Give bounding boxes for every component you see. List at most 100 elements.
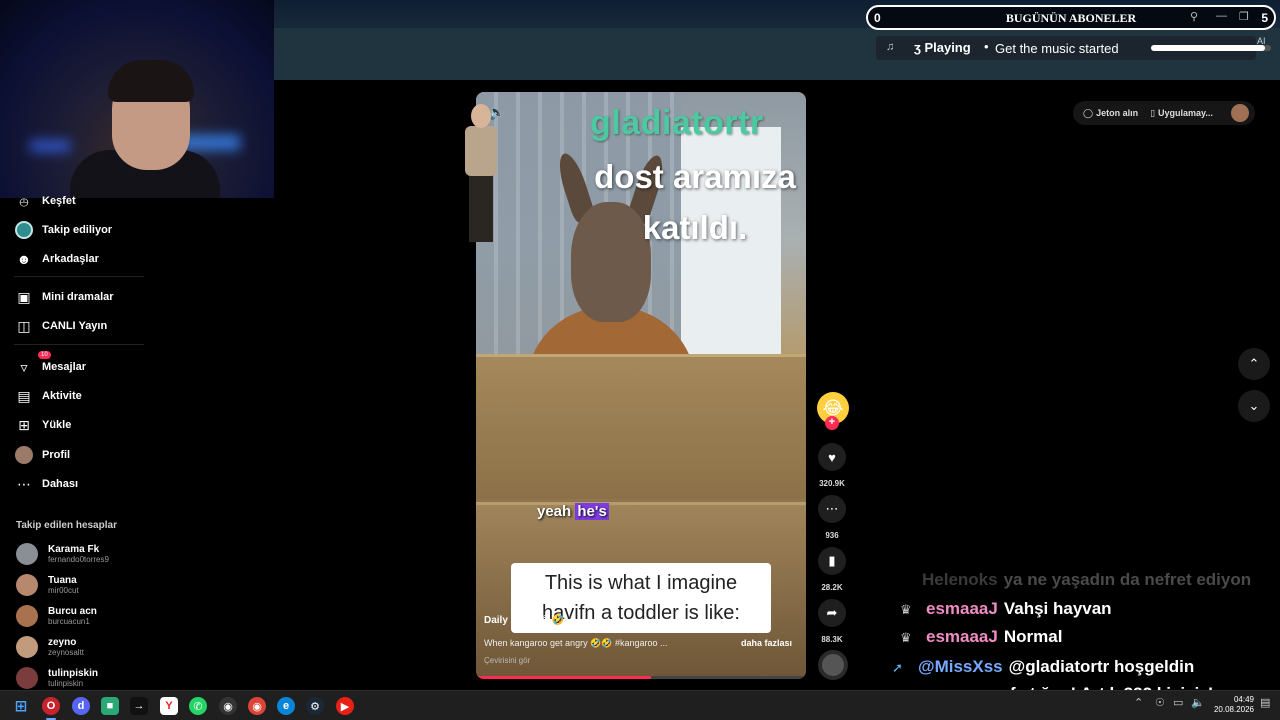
follower-alert-line2: katıldı. <box>642 209 748 246</box>
translate-link[interactable]: Çevirisini gör <box>484 656 530 665</box>
video-caption: yeah he's <box>537 503 609 520</box>
account-name: zeyno <box>48 636 77 648</box>
sidebar-item-more[interactable]: ⋯ Dahası <box>14 473 78 495</box>
notification-icon[interactable]: ▤ <box>1260 696 1270 709</box>
next-video-button[interactable]: ⌄ <box>1238 390 1270 422</box>
whatsapp-icon[interactable]: ✆ <box>189 697 207 715</box>
chrome-icon[interactable]: ◉ <box>248 697 266 715</box>
share-icon[interactable]: ➦ <box>818 599 846 627</box>
caption-word-highlighted: he's <box>575 503 609 520</box>
share-action[interactable]: ➦ 88.3K <box>818 599 846 644</box>
comment-count: 936 <box>825 531 839 540</box>
battery-icon[interactable]: ▭ <box>1173 696 1183 709</box>
get-app-label: Uygulamay... <box>1158 108 1213 118</box>
account-item-0[interactable]: Karama Fk fernando0torres9 <box>16 541 109 567</box>
music-widget: ♫ ʒ Playing • Get the music started <box>876 36 1271 60</box>
discord-icon[interactable]: d <box>72 697 90 715</box>
sidebar-item-explore[interactable]: ⦺ Keşfet <box>14 190 75 212</box>
clock-date: 20.08.2026 <box>1213 705 1254 714</box>
avatar <box>16 667 38 689</box>
sidebar-item-messages[interactable]: ▿ 10 Mesajlar <box>14 351 86 378</box>
yandex-icon[interactable]: Y <box>160 697 178 715</box>
minimize-icon[interactable]: — <box>1216 10 1227 22</box>
sidebar-item-activity[interactable]: ▤ Aktivite <box>14 385 82 407</box>
activity-icon: ▤ <box>17 387 31 404</box>
search-icon[interactable]: ⚲ <box>1190 10 1198 23</box>
tray-chevron-icon[interactable]: ⌃ <box>1134 696 1143 709</box>
sidebar-item-label: Dahası <box>42 478 79 490</box>
network-icon[interactable]: ☉ <box>1155 696 1165 709</box>
sidebar-divider <box>14 344 144 345</box>
following-icon <box>14 220 34 240</box>
obs-icon[interactable]: ◉ <box>219 697 237 715</box>
sidebar-item-friends[interactable]: ☻ Arkadaşlar <box>14 248 99 270</box>
previous-video-button[interactable]: ⌃ <box>1238 348 1270 380</box>
chat-user: esmaaaJ <box>926 627 998 646</box>
like-action[interactable]: ♥ 320.9K <box>818 443 846 488</box>
app-icon[interactable]: ■ <box>101 697 119 715</box>
save-action[interactable]: ▮ 28.2K <box>818 547 846 592</box>
account-name: tulinpiskin <box>48 667 98 679</box>
bookmark-icon[interactable]: ▮ <box>818 547 846 575</box>
webcam-feed <box>0 0 274 198</box>
volume-tray-icon[interactable]: 🔈 <box>1191 696 1205 709</box>
avatar <box>16 605 38 627</box>
sidebar-item-profile[interactable]: Profil <box>14 444 70 466</box>
chat-text: Normal <box>1003 627 1063 646</box>
music-separator: • <box>984 39 989 54</box>
terminal-icon[interactable]: → <box>130 697 148 715</box>
get-coins-button[interactable]: ◯ Jeton alın <box>1079 108 1142 119</box>
chat-text: ya ne yaşadın da nefret ediyon <box>1003 570 1252 589</box>
see-more-link[interactable]: daha fazlası <box>741 638 792 648</box>
fence-plank <box>476 354 806 499</box>
account-name: Tuana <box>48 574 77 586</box>
sidebar-item-following[interactable]: Takip ediliyor <box>14 219 112 241</box>
save-count: 28.2K <box>821 583 843 592</box>
video-author[interactable]: Daily laugh 😂🤣 <box>484 615 564 626</box>
like-count: 320.9K <box>819 479 845 488</box>
steam-icon[interactable]: ⚙ <box>306 697 324 715</box>
account-item-3[interactable]: zeyno zeynosaltt <box>16 634 84 660</box>
sidebar-item-upload[interactable]: ⊞ Yükle <box>14 414 71 436</box>
chat-text: Vahşi hayvan <box>1003 599 1112 618</box>
music-disc-avatar[interactable] <box>818 650 848 680</box>
opera-icon[interactable]: O <box>42 697 60 715</box>
get-coins-label: Jeton alın <box>1096 108 1139 118</box>
music-tagline: Get the music started <box>995 41 1119 56</box>
avatar <box>16 543 38 565</box>
music-note-icon: ♫ <box>886 41 895 53</box>
music-progress-fill <box>1151 45 1265 51</box>
clock-time: 04:49 <box>1233 695 1254 704</box>
led-glow <box>30 140 70 152</box>
follower-alert-name: gladiatortr <box>590 104 764 142</box>
get-app-button[interactable]: ▯ Uygulamay... <box>1146 108 1217 119</box>
follow-plus-button[interactable]: + <box>825 416 839 430</box>
sidebar-item-label: Aktivite <box>42 390 82 402</box>
video-description: When kangaroo get angry 🤣🤣 #kangaroo ... <box>484 638 668 648</box>
comment-action[interactable]: ⋯ 936 <box>818 495 846 540</box>
account-item-4[interactable]: tulinpiskin tulinpiskin <box>16 665 98 691</box>
heart-icon[interactable]: ♥ <box>818 443 846 471</box>
toddler-legs <box>469 174 493 242</box>
follower-alert-line1: dost aramıza <box>594 158 796 195</box>
restore-icon[interactable]: ❐ <box>1239 10 1249 23</box>
subscribers-widget: 0 BUGÜNÜN ABONELER ⚲ — ❐ 5 <box>866 5 1276 30</box>
media-player-icon[interactable]: ▶ <box>336 697 354 715</box>
sidebar-item-live[interactable]: ◫ CANLI Yayın <box>14 315 107 337</box>
user-avatar[interactable] <box>1230 104 1249 122</box>
edge-icon[interactable]: e <box>277 697 295 715</box>
video-progress-bar[interactable] <box>476 676 806 679</box>
taskbar-clock[interactable]: 04:49 20.08.2026 <box>1208 695 1254 715</box>
phone-icon: ▯ <box>1150 107 1156 118</box>
sidebar-item-label: Takip ediliyor <box>42 224 113 236</box>
account-item-2[interactable]: Burcu acn burcuacun1 <box>16 603 97 629</box>
subscribers-right-count: 5 <box>1261 11 1268 25</box>
ai-icon[interactable]: AI <box>1257 36 1266 46</box>
windows-start-icon[interactable]: ⊞ <box>12 697 30 715</box>
following-accounts-title: Takip edilen hesaplar <box>16 520 117 531</box>
sidebar-item-mini-dramas[interactable]: ▣ Mini dramalar <box>14 286 113 308</box>
comment-icon[interactable]: ⋯ <box>818 495 846 523</box>
toddler-sticker <box>461 104 501 244</box>
account-item-1[interactable]: Tuana mir00cut <box>16 572 79 598</box>
pin-icon: ➚ <box>892 660 903 675</box>
